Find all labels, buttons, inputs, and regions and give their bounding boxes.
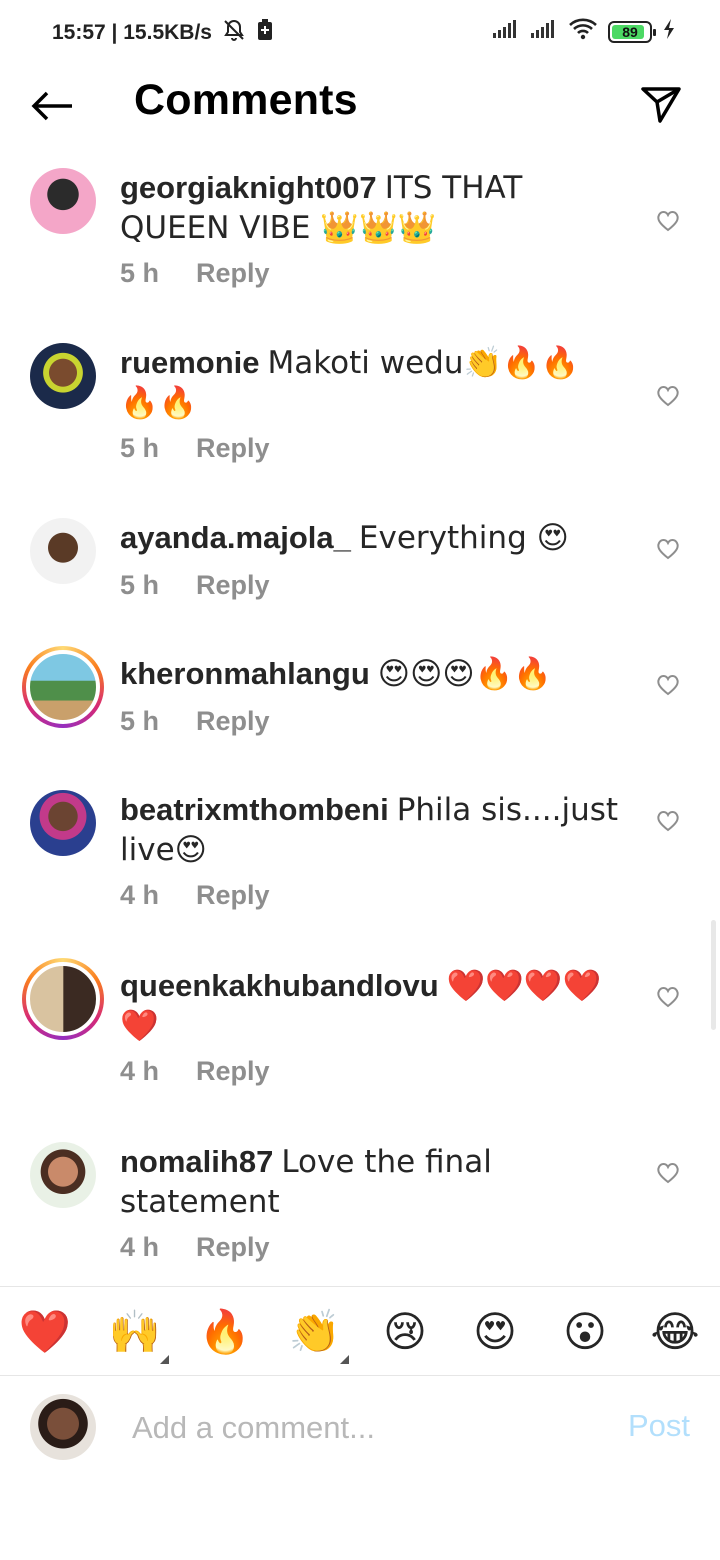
page-title: Comments	[134, 76, 358, 124]
avatar	[30, 1394, 96, 1460]
comment-username[interactable]: ruemonie	[120, 345, 260, 380]
status-bar: 15:57 | 15.5KB/s 89	[0, 0, 720, 66]
comment-body: georgiaknight007 ITS THAT QUEEN VIBE 👑👑👑	[120, 168, 640, 248]
comment-body: queenkakhubandlovu ❤️❤️❤️❤️❤️	[120, 966, 630, 1046]
avatar-story-ring[interactable]	[22, 646, 104, 728]
heart-icon	[657, 987, 679, 1008]
scrollbar[interactable]	[711, 920, 716, 1030]
comment-meta: 5 h Reply	[120, 706, 270, 737]
wifi-icon	[568, 18, 598, 45]
reply-button[interactable]: Reply	[196, 570, 270, 601]
status-time-speed: 15:57 | 15.5KB/s	[52, 21, 212, 44]
comment-username[interactable]: queenkakhubandlovu	[120, 968, 439, 1003]
comment-username[interactable]: ayanda.majola_	[120, 520, 351, 555]
avatar[interactable]	[30, 790, 96, 856]
reaction-crying[interactable]: 😢	[378, 1305, 432, 1359]
like-button[interactable]	[654, 672, 682, 698]
battery-level: 89	[622, 23, 638, 40]
reaction-surprised[interactable]: 😮	[558, 1305, 612, 1359]
comment-time: 4 h	[120, 880, 160, 910]
avatar[interactable]	[30, 1142, 96, 1208]
comment-time: 5 h	[120, 706, 160, 736]
header: Comments	[0, 66, 720, 144]
like-button[interactable]	[654, 383, 682, 409]
comment-username[interactable]: nomalih87	[120, 1144, 273, 1179]
battery-saver-icon	[256, 18, 274, 48]
comment-body: kheronmahlangu 😍😍😍🔥🔥	[120, 654, 640, 694]
comment-time: 4 h	[120, 1056, 160, 1086]
comment-meta: 4 h Reply	[120, 1056, 270, 1087]
comment-time: 5 h	[120, 258, 160, 288]
arrow-left-icon	[31, 91, 72, 121]
status-left: 15:57 | 15.5KB/s	[52, 18, 274, 48]
reaction-heart[interactable]: ❤️	[18, 1305, 72, 1359]
reply-button[interactable]: Reply	[196, 258, 270, 289]
like-button[interactable]	[654, 808, 682, 834]
comment-meta: 5 h Reply	[120, 433, 270, 464]
comment-username[interactable]: kheronmahlangu	[120, 656, 370, 691]
like-button[interactable]	[654, 984, 682, 1010]
reaction-clap[interactable]: 👏	[288, 1305, 342, 1359]
reply-button[interactable]: Reply	[196, 880, 270, 911]
comments-list[interactable]: georgiaknight007 ITS THAT QUEEN VIBE 👑👑👑 …	[0, 144, 720, 1286]
comment-meta: 5 h Reply	[120, 570, 270, 601]
comment-body: ayanda.majola_ Everything 😍	[120, 518, 640, 558]
heart-icon	[657, 811, 679, 832]
emoji-reaction-bar: ❤️ 🙌 🔥 👏 😢 😍 😮 😂	[0, 1286, 720, 1376]
comment-time: 4 h	[120, 1232, 160, 1262]
reply-button[interactable]: Reply	[196, 433, 270, 464]
like-button[interactable]	[654, 536, 682, 562]
comment-body: beatrixmthombeni Phila sis....just live😍	[120, 790, 640, 870]
comment-text: Everything 😍	[358, 520, 569, 556]
skin-tone-indicator-icon	[160, 1355, 169, 1364]
like-button[interactable]	[654, 1160, 682, 1186]
comment-input[interactable]	[132, 1406, 592, 1450]
heart-icon	[657, 539, 679, 560]
comment-body: ruemonie Makoti wedu👏🔥🔥🔥🔥	[120, 343, 600, 423]
comment-text: 😍😍😍🔥🔥	[377, 656, 552, 692]
status-right: 89	[492, 18, 676, 45]
comment-username[interactable]: georgiaknight007	[120, 170, 377, 205]
heart-icon	[657, 675, 679, 696]
comment-time: 5 h	[120, 570, 160, 600]
share-button[interactable]	[636, 80, 686, 130]
comment-username[interactable]: beatrixmthombeni	[120, 792, 389, 827]
heart-icon	[657, 386, 679, 407]
comment-body: nomalih87 Love the final statement	[120, 1142, 540, 1222]
muted-bell-icon	[222, 18, 246, 48]
heart-icon	[657, 1163, 679, 1184]
skin-tone-indicator-icon	[340, 1355, 349, 1364]
signal-icon	[492, 19, 520, 44]
avatar[interactable]	[30, 343, 96, 409]
back-button[interactable]	[28, 82, 76, 130]
comment-meta: 5 h Reply	[120, 258, 270, 289]
like-button[interactable]	[654, 208, 682, 234]
post-button[interactable]: Post	[628, 1408, 690, 1444]
charging-icon	[662, 18, 676, 45]
signal-icon	[530, 19, 558, 44]
reply-button[interactable]: Reply	[196, 1232, 270, 1263]
avatar[interactable]	[30, 168, 96, 234]
reply-button[interactable]: Reply	[196, 1056, 270, 1087]
comment-composer: Post	[0, 1376, 720, 1480]
comment-time: 5 h	[120, 433, 160, 463]
avatar-story-ring[interactable]	[22, 958, 104, 1040]
comment-meta: 4 h Reply	[120, 880, 270, 911]
comment-meta: 4 h Reply	[120, 1232, 270, 1263]
heart-icon	[657, 211, 679, 232]
reaction-heart-eyes[interactable]: 😍	[468, 1305, 522, 1359]
battery-icon: 89	[608, 20, 656, 43]
paper-plane-icon	[641, 87, 681, 123]
reaction-laughing[interactable]: 😂	[648, 1305, 702, 1359]
reaction-fire[interactable]: 🔥	[198, 1305, 252, 1359]
reaction-raised-hands[interactable]: 🙌	[108, 1305, 162, 1359]
reply-button[interactable]: Reply	[196, 706, 270, 737]
avatar[interactable]	[30, 518, 96, 584]
